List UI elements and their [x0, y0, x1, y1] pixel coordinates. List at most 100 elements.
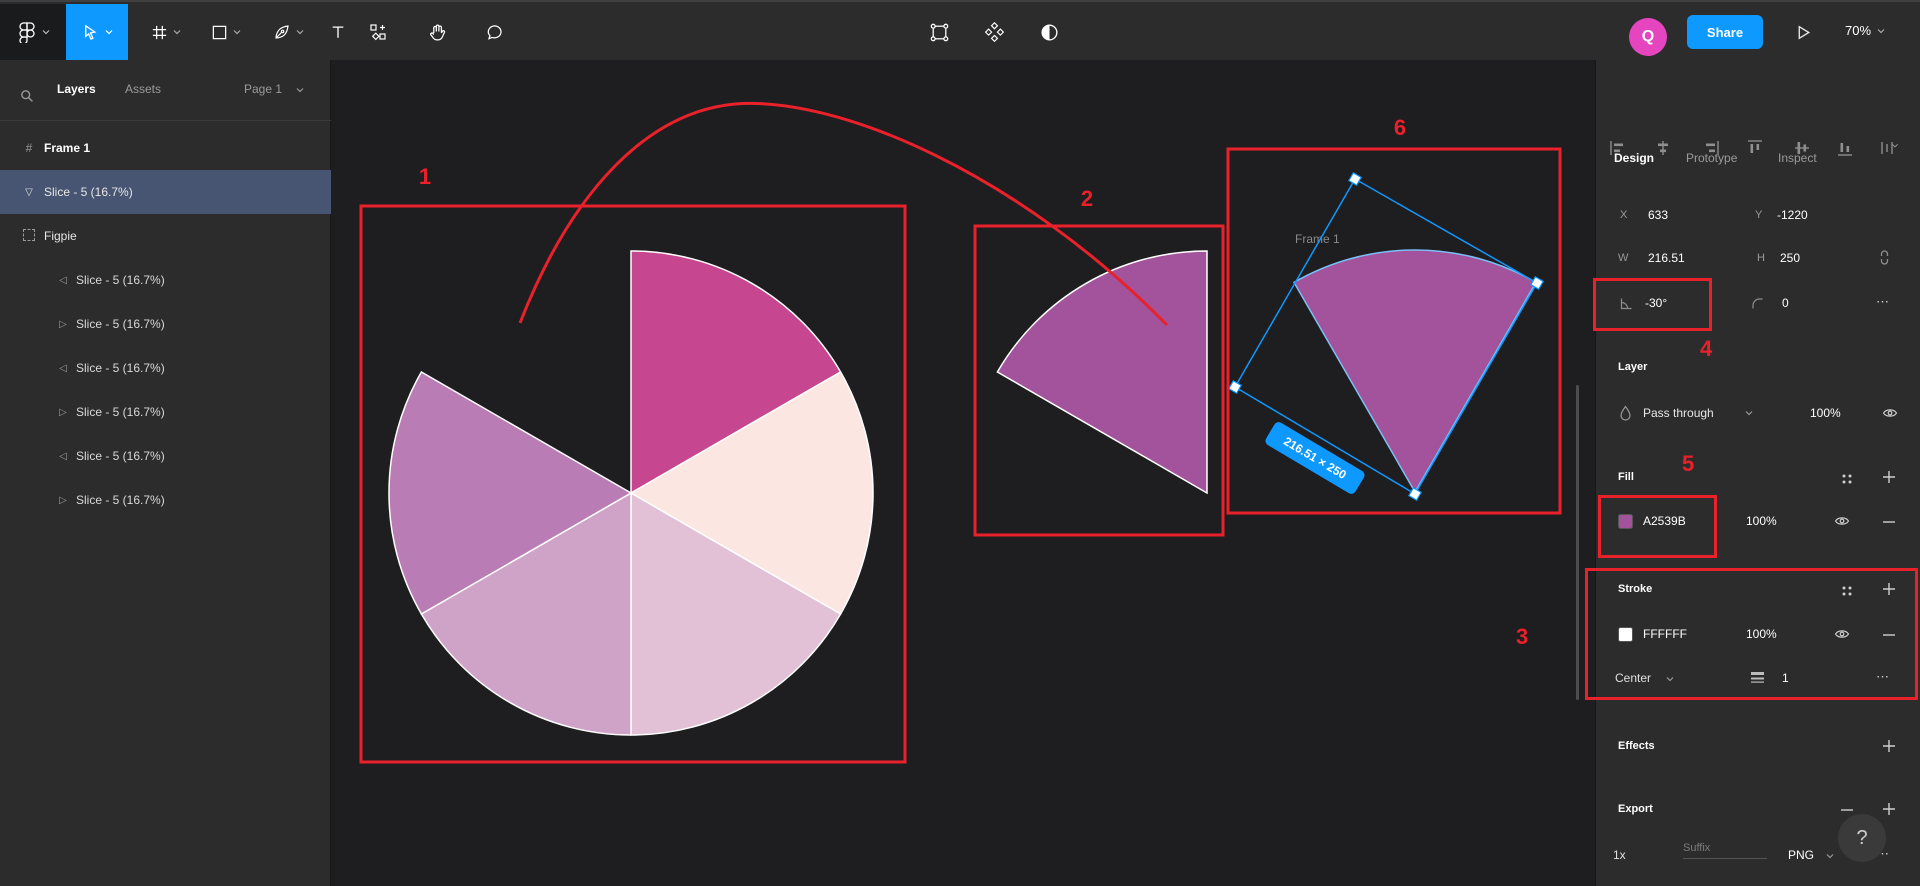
chevron-down-icon[interactable] — [296, 87, 304, 93]
blend-mode-icon[interactable] — [1618, 405, 1633, 421]
export-format-select[interactable]: PNG — [1788, 848, 1814, 862]
fill-hex-field[interactable]: A2539B — [1643, 514, 1686, 528]
help-button[interactable]: ? — [1838, 814, 1886, 862]
multi-edit-button[interactable] — [981, 4, 1007, 60]
diamonds-icon — [984, 22, 1005, 43]
chevron-down-icon — [42, 29, 50, 35]
selection-handle[interactable] — [1409, 488, 1421, 500]
layer-row-label: Slice - 5 (16.7%) — [44, 185, 133, 199]
text-tool-button[interactable] — [326, 4, 350, 60]
chevron-down-icon — [105, 29, 113, 35]
distribute-icon[interactable] — [1882, 142, 1898, 154]
stroke-weight-field[interactable]: 1 — [1782, 671, 1789, 685]
edit-object-button[interactable] — [926, 4, 952, 60]
comment-tool-button[interactable] — [481, 4, 507, 60]
chevron-down-icon[interactable] — [1826, 853, 1834, 859]
selection-handle[interactable] — [1229, 381, 1241, 393]
chevron-down-icon[interactable] — [1745, 410, 1753, 416]
corner-radius-field[interactable]: 0 — [1782, 296, 1789, 310]
align-top-icon[interactable] — [1748, 141, 1762, 153]
stroke-align-select[interactable]: Center — [1615, 671, 1651, 685]
layer-row-label: Slice - 5 (16.7%) — [76, 449, 165, 463]
add-fill-icon[interactable] — [1882, 470, 1896, 484]
remove-stroke-icon[interactable] — [1882, 633, 1896, 637]
layer-row-child[interactable]: ◁ Slice - 5 (16.7%) — [0, 258, 331, 302]
avatar[interactable]: Q — [1629, 18, 1667, 56]
chevron-down-icon — [173, 29, 181, 35]
visibility-eye-icon[interactable] — [1882, 407, 1898, 419]
annotation-numbers: 1 2 6 — [419, 115, 1406, 211]
design-panel: Design Prototype Inspect — [1595, 60, 1920, 886]
alignment-toolbar — [1608, 138, 1908, 158]
stroke-opacity-field[interactable]: 100% — [1746, 627, 1777, 641]
export-scale-select[interactable]: 1x — [1613, 848, 1626, 862]
fill-color-swatch[interactable] — [1618, 514, 1633, 529]
layer-row-label: Slice - 5 (16.7%) — [76, 317, 165, 331]
visibility-eye-icon[interactable] — [1834, 628, 1850, 640]
hand-tool-button[interactable] — [424, 4, 450, 60]
edit-object-icon — [929, 22, 950, 43]
add-effect-icon[interactable] — [1882, 739, 1896, 753]
selection-handle[interactable] — [1349, 173, 1361, 185]
frame-icon: # — [14, 141, 44, 155]
x-field[interactable]: 633 — [1648, 208, 1668, 222]
add-export-icon[interactable] — [1882, 802, 1896, 816]
collapse-export-icon[interactable] — [1840, 808, 1854, 812]
share-button[interactable]: Share — [1687, 15, 1763, 49]
vector-shape-icon: ◁ — [50, 451, 76, 462]
layer-row-child[interactable]: ◁ Slice - 5 (16.7%) — [0, 346, 331, 390]
chevron-down-icon — [233, 29, 241, 35]
tab-layers[interactable]: Layers — [57, 82, 96, 96]
layer-row-child[interactable]: ▷ Slice - 5 (16.7%) — [0, 478, 331, 522]
layer-row-child[interactable]: ▷ Slice - 5 (16.7%) — [0, 302, 331, 346]
remove-fill-icon[interactable] — [1882, 520, 1896, 524]
align-right-icon[interactable] — [1706, 141, 1718, 155]
layer-row-selected-slice[interactable]: ▽ Slice - 5 (16.7%) — [0, 170, 331, 214]
stroke-more-options-icon[interactable]: ⋯ — [1876, 669, 1890, 685]
present-button[interactable] — [1790, 4, 1816, 60]
width-field[interactable]: 216.51 — [1648, 251, 1685, 265]
constrain-proportions-icon[interactable] — [1876, 248, 1893, 267]
align-left-icon[interactable] — [1611, 141, 1623, 155]
chevron-down-icon[interactable] — [1666, 676, 1674, 682]
pie-chart-figpie[interactable] — [389, 251, 873, 735]
pen-tool-button[interactable] — [262, 4, 314, 60]
align-horizontal-center-icon[interactable] — [1658, 141, 1668, 155]
export-suffix-input[interactable] — [1683, 842, 1767, 859]
layer-opacity-field[interactable]: 100% — [1810, 406, 1841, 420]
blend-mode-select[interactable]: Pass through — [1643, 406, 1714, 420]
mask-button[interactable] — [1036, 4, 1062, 60]
add-stroke-icon[interactable] — [1882, 582, 1896, 596]
layer-row-figpie[interactable]: Figpie — [0, 214, 331, 258]
styles-icon[interactable] — [1840, 584, 1854, 598]
align-bottom-icon[interactable] — [1838, 143, 1852, 155]
layer-row-child[interactable]: ▷ Slice - 5 (16.7%) — [0, 390, 331, 434]
align-vertical-center-icon[interactable] — [1795, 142, 1809, 154]
corner-radius-icon — [1750, 296, 1765, 311]
shape-tool-button[interactable] — [200, 4, 252, 60]
stroke-weight-icon — [1750, 671, 1765, 684]
main-menu-button[interactable] — [0, 4, 66, 60]
more-options-icon[interactable]: ⋯ — [1876, 294, 1890, 310]
stroke-hex-field[interactable]: FFFFFF — [1643, 627, 1687, 641]
detached-pie-slice[interactable] — [997, 251, 1207, 493]
x-label: X — [1620, 209, 1627, 221]
canvas-scrollbar[interactable] — [1576, 385, 1579, 700]
visibility-eye-icon[interactable] — [1834, 515, 1850, 527]
height-field[interactable]: 250 — [1780, 251, 1800, 265]
styles-icon[interactable] — [1840, 472, 1854, 486]
resources-tool-button[interactable] — [365, 4, 391, 60]
page-selector[interactable]: Page 1 — [244, 82, 282, 96]
tab-assets[interactable]: Assets — [125, 82, 161, 96]
stroke-color-swatch[interactable] — [1618, 627, 1633, 642]
layer-row-frame[interactable]: # Frame 1 — [0, 126, 331, 170]
y-field[interactable]: -1220 — [1777, 208, 1808, 222]
canvas[interactable]: Frame 1 216.51 × 250 1 2 6 — [331, 60, 1595, 886]
fill-opacity-field[interactable]: 100% — [1746, 514, 1777, 528]
frame-tool-button[interactable] — [140, 4, 192, 60]
move-tool-button[interactable] — [66, 4, 128, 60]
zoom-menu[interactable]: 70% — [1845, 23, 1885, 38]
layer-row-child[interactable]: ◁ Slice - 5 (16.7%) — [0, 434, 331, 478]
search-icon[interactable] — [20, 89, 34, 103]
rotation-field[interactable]: -30° — [1645, 296, 1667, 310]
